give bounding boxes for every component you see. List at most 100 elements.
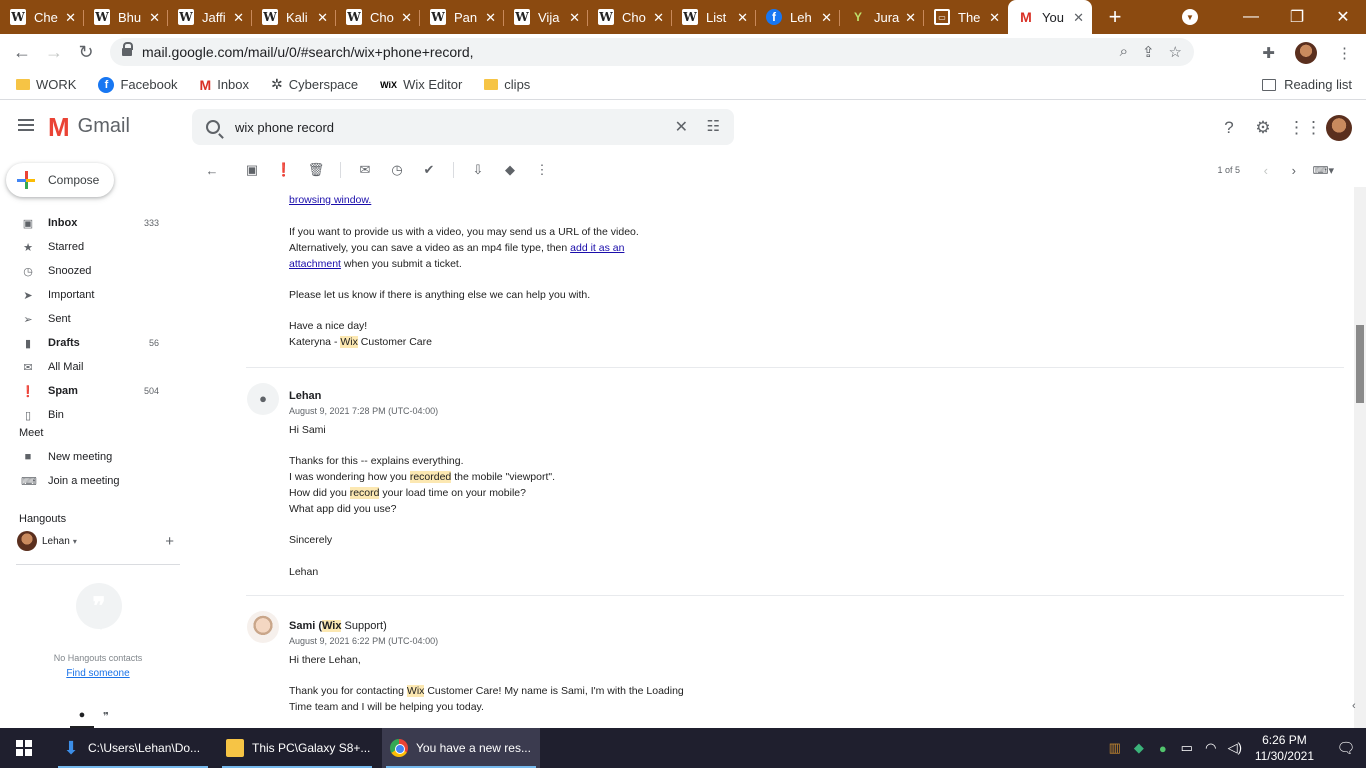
sender-avatar[interactable]: ●	[247, 383, 279, 415]
contacts-person-icon[interactable]: ●	[70, 704, 94, 728]
bookmark-cyberspace[interactable]: ✲ Cyberspace	[271, 76, 358, 93]
nav-item-spam[interactable]: ❗ Spam 504	[0, 379, 192, 403]
close-tab-icon[interactable]: ✕	[317, 10, 328, 26]
extensions-icon[interactable]: ✚	[1262, 44, 1275, 62]
nav-item-all-mail[interactable]: ✉ All Mail	[0, 355, 192, 379]
zoom-icon[interactable]: ⌕	[1120, 43, 1128, 61]
wifi-icon[interactable]: ◠	[1199, 740, 1223, 756]
tab-search-icon[interactable]: ▼	[1182, 9, 1198, 25]
new-tab-button[interactable]: +	[1100, 0, 1130, 34]
close-tab-icon[interactable]: ✕	[65, 10, 76, 26]
reload-icon[interactable]: ↻	[70, 42, 102, 63]
browser-tab[interactable]: W List ✕	[672, 0, 756, 34]
nav-item-drafts[interactable]: ▮ Drafts 56	[0, 331, 192, 355]
add-attachment-link[interactable]: add it as an	[570, 242, 624, 254]
main-menu-icon[interactable]	[18, 119, 34, 131]
utorrent-tray-icon[interactable]: ●	[1151, 741, 1175, 756]
nav-item-important[interactable]: ➤ Important	[0, 283, 192, 307]
hangouts-quote-icon[interactable]: ❞	[94, 704, 118, 728]
search-options-icon[interactable]: ☷	[707, 117, 720, 135]
vertical-scrollbar[interactable]	[1354, 187, 1366, 728]
previous-page-icon[interactable]: ‹	[1264, 163, 1268, 178]
nav-item-sent[interactable]: ➢ Sent	[0, 307, 192, 331]
back-arrow-icon[interactable]: ←	[6, 42, 38, 63]
notifications-icon[interactable]: 🗨	[1326, 739, 1366, 757]
browser-tab[interactable]: W Jaffi ✕	[168, 0, 252, 34]
close-tab-icon[interactable]: ✕	[485, 10, 496, 26]
more-options-icon[interactable]: ⋮	[534, 162, 550, 178]
close-tab-icon[interactable]: ✕	[989, 10, 1000, 26]
browser-tab[interactable]: W Vija ✕	[504, 0, 588, 34]
restore-button[interactable]: ❐	[1274, 7, 1320, 27]
attachment-link[interactable]: attachment	[289, 258, 341, 270]
mark-unread-icon[interactable]: ✉	[357, 162, 373, 178]
bookmark-clips[interactable]: clips	[484, 77, 530, 92]
bookmark-wix-editor[interactable]: WiX Wix Editor	[380, 77, 462, 92]
search-bar[interactable]: wix phone record ✕ ☷	[192, 109, 734, 145]
app-tray-icon[interactable]: ▥	[1103, 740, 1127, 756]
close-tab-icon[interactable]: ✕	[569, 10, 580, 26]
bookmark-star-icon[interactable]: ☆	[1169, 43, 1182, 61]
close-tab-icon[interactable]: ✕	[821, 10, 832, 26]
find-someone-link[interactable]: Find someone	[0, 668, 196, 679]
settings-gear-icon[interactable]: ⚙	[1254, 118, 1272, 138]
browser-tab[interactable]: M You ✕	[1008, 0, 1092, 34]
security-tray-icon[interactable]: ◆	[1127, 740, 1151, 756]
new-meeting-item[interactable]: ■ New meeting	[0, 445, 192, 469]
address-bar[interactable]: mail.google.com/mail/u/0/#search/wix+pho…	[110, 38, 1194, 66]
browser-tab[interactable]: ▭ The ✕	[924, 0, 1008, 34]
status-dropdown-icon[interactable]: ▾	[73, 537, 77, 546]
close-tab-icon[interactable]: ✕	[653, 10, 664, 26]
system-clock[interactable]: 6:26 PM 11/30/2021	[1255, 732, 1314, 764]
sender-name[interactable]: Sami (Wix Support)	[289, 618, 387, 634]
lock-icon[interactable]	[122, 42, 133, 57]
gmail-logo[interactable]: M Gmail	[48, 114, 130, 140]
browser-tab[interactable]: f Leh ✕	[756, 0, 840, 34]
minimize-button[interactable]: —	[1228, 8, 1274, 26]
bookmark-facebook[interactable]: f Facebook	[98, 76, 178, 93]
close-tab-icon[interactable]: ✕	[233, 10, 244, 26]
nav-item-inbox[interactable]: ▣ Inbox 333	[0, 211, 192, 235]
join-meeting-item[interactable]: ⌨ Join a meeting	[0, 469, 192, 493]
add-task-icon[interactable]: ✔	[421, 162, 437, 178]
start-button[interactable]	[0, 728, 48, 768]
url-text[interactable]: mail.google.com/mail/u/0/#search/wix+pho…	[142, 44, 474, 60]
delete-icon[interactable]: 🗑	[308, 162, 325, 178]
sender-avatar[interactable]	[247, 611, 279, 643]
help-icon[interactable]: ?	[1220, 118, 1238, 138]
profile-avatar[interactable]	[1295, 42, 1317, 64]
snooze-icon[interactable]: ◷	[389, 162, 405, 178]
input-tools-icon[interactable]: ⌨▾	[1313, 164, 1334, 177]
browser-tab[interactable]: Y Jura ✕	[840, 0, 924, 34]
browser-menu-icon[interactable]: ⋮	[1337, 44, 1352, 62]
report-spam-icon[interactable]: ❗	[276, 162, 292, 178]
nav-item-bin[interactable]: ▯ Bin	[0, 403, 192, 427]
side-panel-chevron-icon[interactable]: ‹	[1352, 700, 1356, 712]
new-hangout-plus-icon[interactable]: +	[165, 533, 174, 550]
next-page-icon[interactable]: ›	[1292, 163, 1296, 178]
share-icon[interactable]: ⇪	[1142, 43, 1155, 61]
bookmark-work[interactable]: WORK	[16, 77, 76, 92]
browser-tab[interactable]: W Bhu ✕	[84, 0, 168, 34]
search-icon[interactable]	[206, 120, 220, 134]
close-tab-icon[interactable]: ✕	[149, 10, 160, 26]
browser-tab[interactable]: W Cho ✕	[336, 0, 420, 34]
close-tab-icon[interactable]: ✕	[737, 10, 748, 26]
account-avatar[interactable]	[1326, 115, 1352, 141]
close-window-button[interactable]: ✕	[1320, 7, 1366, 27]
nav-item-starred[interactable]: ★ Starred	[0, 235, 192, 259]
clear-search-icon[interactable]: ✕	[675, 117, 688, 137]
move-to-icon[interactable]: ⇩	[470, 162, 486, 178]
nav-item-snoozed[interactable]: ◷ Snoozed	[0, 259, 192, 283]
volume-icon[interactable]: ◁)	[1223, 740, 1247, 756]
reading-list-button[interactable]: Reading list	[1262, 77, 1352, 92]
label-icon[interactable]: ◆	[502, 162, 518, 178]
archive-icon[interactable]: ▣	[244, 162, 260, 178]
sender-name[interactable]: Lehan	[289, 388, 321, 404]
close-tab-icon[interactable]: ✕	[401, 10, 412, 26]
back-to-results-icon[interactable]: ←	[204, 162, 220, 178]
forward-arrow-icon[interactable]: →	[38, 42, 70, 63]
close-tab-icon[interactable]: ✕	[1073, 10, 1084, 26]
compose-button[interactable]: Compose	[6, 163, 114, 197]
browser-tab[interactable]: W Cho ✕	[588, 0, 672, 34]
